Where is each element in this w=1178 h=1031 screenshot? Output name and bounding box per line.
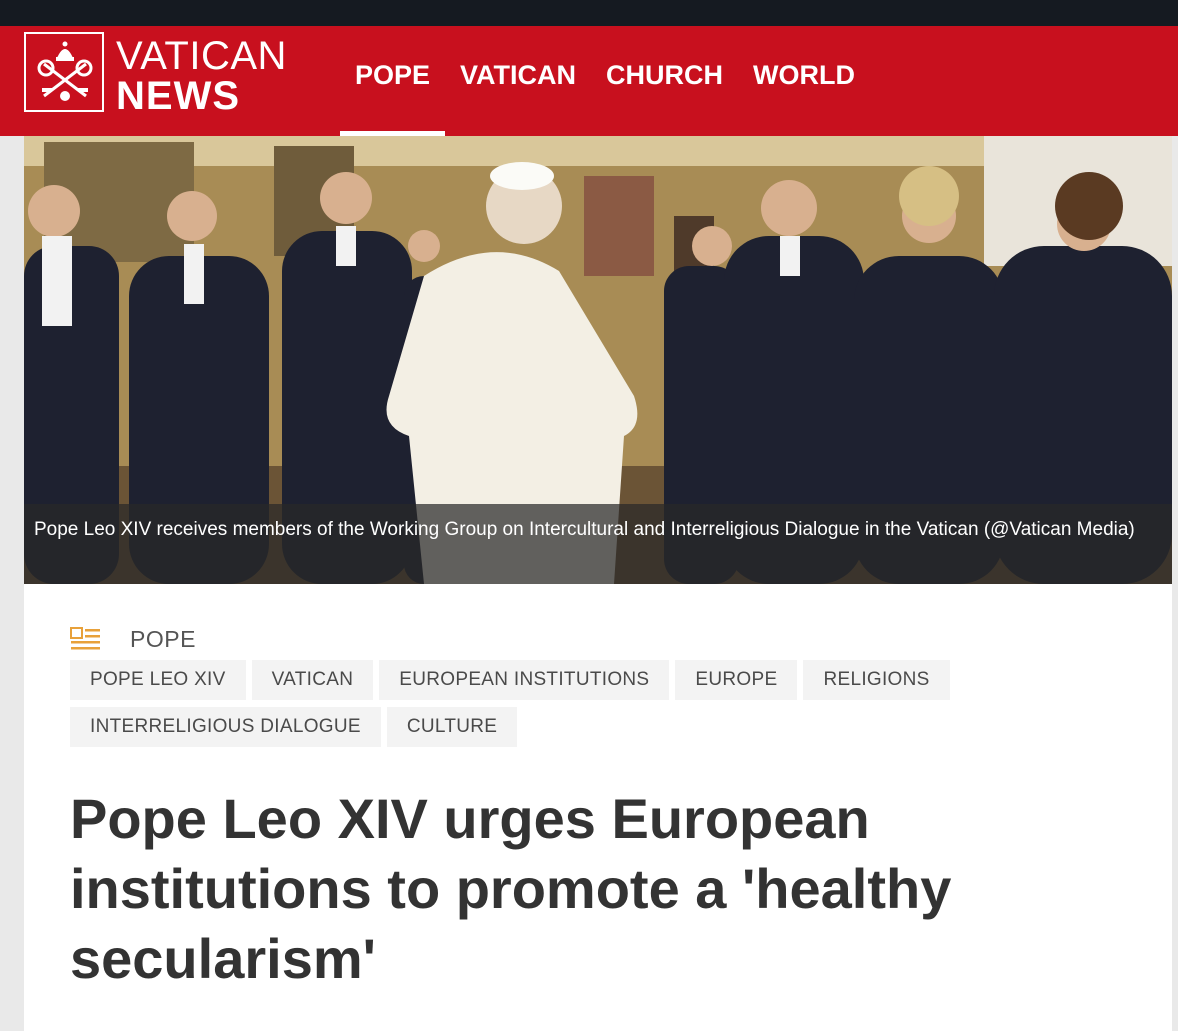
tag-culture[interactable]: CULTURE: [386, 707, 518, 747]
article-headline: Pope Leo XIV urges European institutions…: [70, 787, 952, 990]
nav-item-church[interactable]: CHURCH: [591, 26, 738, 136]
tag-row-1: POPE LEO XIV VATICAN EUROPEAN INSTITUTIO…: [70, 660, 970, 700]
tag-european-institutions[interactable]: EUROPEAN INSTITUTIONS: [379, 660, 670, 700]
tag-religions[interactable]: RELIGIONS: [803, 660, 950, 700]
vatican-news-logo[interactable]: VATICAN NEWS: [24, 32, 294, 118]
logo-word-news: NEWS: [116, 74, 240, 118]
section-label[interactable]: POPE: [130, 626, 196, 653]
article-body: POPE POPE LEO XIV VATICAN EUROPEAN INSTI…: [24, 584, 1172, 1031]
main-nav: POPE VATICAN CHURCH WORLD: [340, 26, 870, 136]
nav-item-pope[interactable]: POPE: [340, 26, 446, 136]
tag-vatican[interactable]: VATICAN: [251, 660, 374, 700]
news-section-icon: [70, 627, 100, 650]
tag-interreligious-dialogue[interactable]: INTERRELIGIOUS DIALOGUE: [70, 707, 381, 747]
logo-word-vatican: VATICAN: [116, 34, 287, 78]
article-photo: Pope Leo XIV receives members of the Wor…: [24, 136, 1172, 584]
nav-item-vatican[interactable]: VATICAN: [445, 26, 591, 136]
heart-icon[interactable]: [1046, 908, 1130, 982]
photo-caption: Pope Leo XIV receives members of the Wor…: [34, 519, 1135, 540]
tag-pope-leo-xiv[interactable]: POPE LEO XIV: [70, 660, 246, 700]
keys-emblem-icon: [24, 32, 104, 112]
tag-list: POPE LEO XIV VATICAN EUROPEAN INSTITUTIO…: [70, 660, 970, 754]
photo-caption-bar: Pope Leo XIV receives members of the Wor…: [24, 504, 1172, 584]
tag-europe[interactable]: EUROPE: [675, 660, 798, 700]
nav-item-world[interactable]: WORLD: [738, 26, 870, 136]
site-header: VATICAN NEWS POPE VATICAN CHURCH WORLD: [0, 26, 1178, 136]
status-bar: [0, 0, 1178, 26]
section-row: POPE: [70, 624, 196, 654]
tag-row-2: INTERRELIGIOUS DIALOGUE CULTURE: [70, 707, 970, 747]
